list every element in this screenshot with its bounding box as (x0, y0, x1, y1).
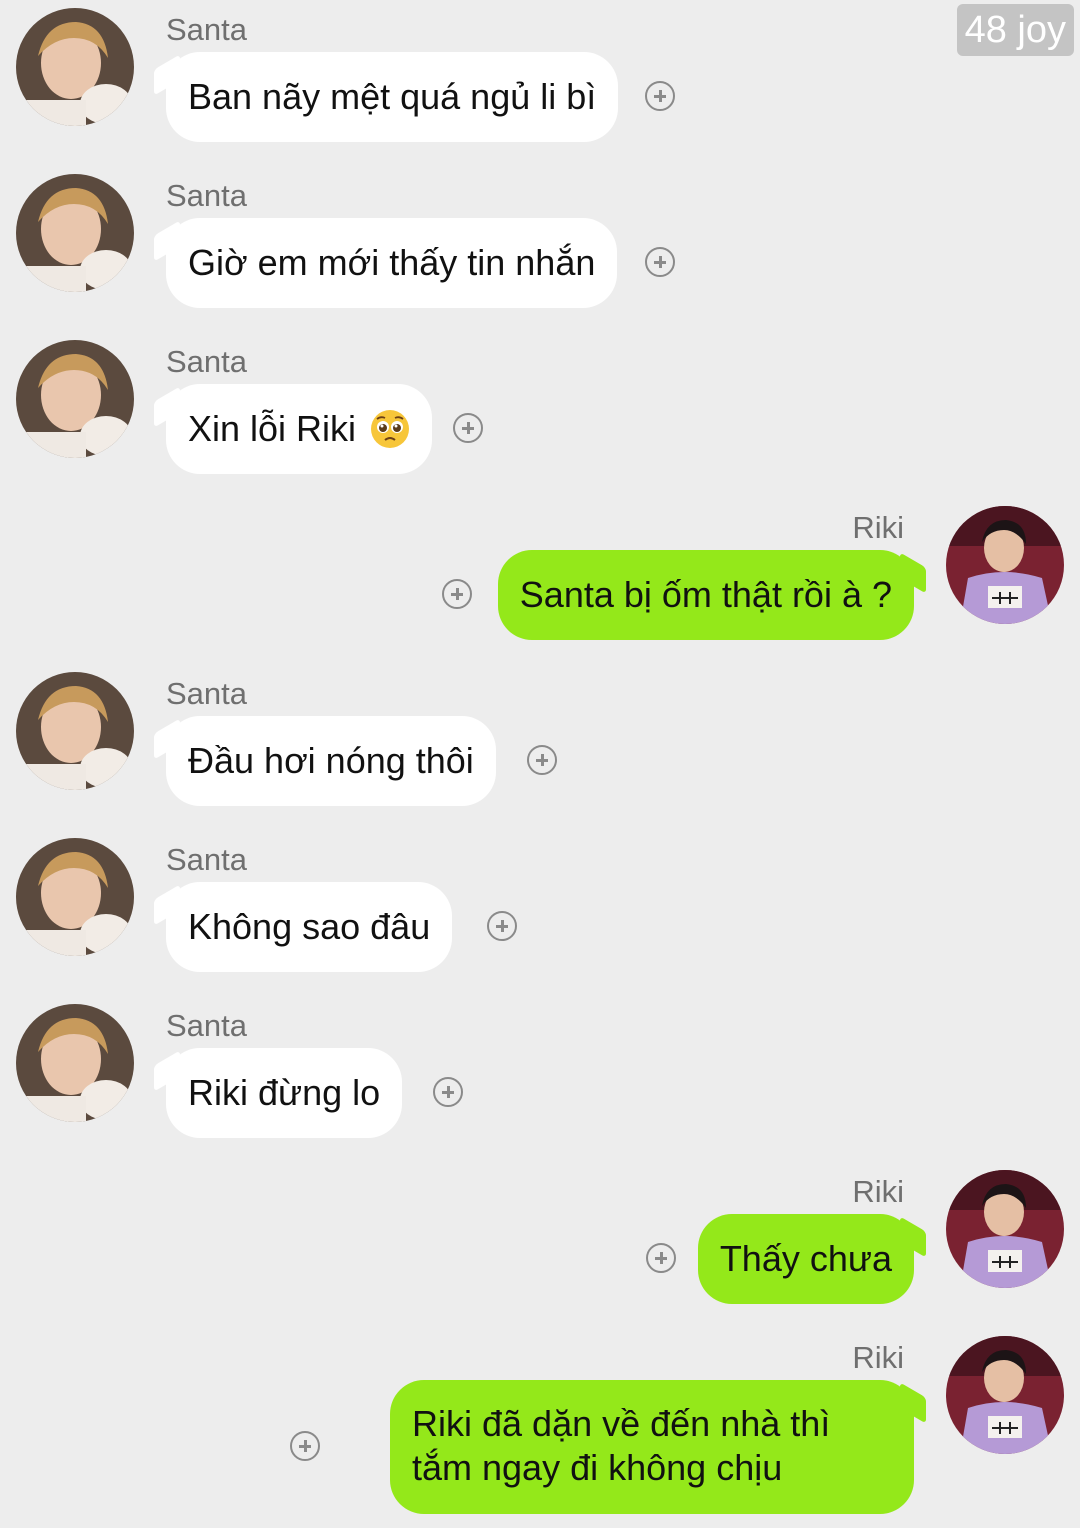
avatar-santa[interactable] (16, 174, 134, 292)
message-bubble[interactable]: Đầu hơi nóng thôi (166, 716, 496, 806)
message-bubble[interactable]: Không sao đâu (166, 882, 453, 972)
message-bubble[interactable]: Thấy chưa (697, 1214, 914, 1304)
avatar-santa[interactable] (16, 672, 134, 790)
avatar-riki[interactable] (946, 506, 1064, 624)
message-bubble[interactable]: Riki đã dặn về đến nhà thì tắm ngay đi k… (390, 1380, 914, 1514)
sender-name: Santa (166, 178, 248, 213)
sender-name: Riki (852, 510, 904, 545)
plus-circle-icon[interactable] (487, 911, 517, 941)
message-bubble[interactable]: Ban nãy mệt quá ngủ li bì (166, 52, 619, 142)
sender-name: Riki (852, 1174, 904, 1209)
avatar-santa[interactable] (16, 1004, 134, 1122)
plus-circle-icon[interactable] (645, 247, 675, 277)
sender-name: Santa (166, 12, 248, 47)
avatar-santa[interactable] (16, 8, 134, 126)
plus-circle-icon[interactable] (527, 745, 557, 775)
plus-circle-icon[interactable] (646, 1243, 676, 1273)
plus-circle-icon[interactable] (645, 81, 675, 111)
message-text: Xin lỗi Riki (188, 408, 357, 449)
avatar-santa[interactable] (16, 838, 134, 956)
watermark: 48 joy (956, 4, 1074, 56)
message-bubble[interactable]: Riki đừng lo (166, 1048, 403, 1138)
plus-circle-icon[interactable] (433, 1077, 463, 1107)
sender-name: Santa (166, 676, 248, 711)
sender-name: Santa (166, 1008, 248, 1043)
avatar-riki[interactable] (946, 1170, 1064, 1288)
avatar-riki[interactable] (946, 1336, 1064, 1454)
plus-circle-icon[interactable] (453, 413, 483, 443)
pleading-face-emoji-icon (371, 410, 410, 448)
avatar-santa[interactable] (16, 340, 134, 458)
message-bubble[interactable]: Santa bị ốm thật rồi à ? (497, 550, 914, 640)
plus-circle-icon[interactable] (442, 579, 472, 609)
message-bubble[interactable]: Xin lỗi Riki (166, 384, 433, 474)
message-bubble[interactable]: Giờ em mới thấy tin nhắn (166, 218, 618, 308)
sender-name: Santa (166, 344, 248, 379)
sender-name: Santa (166, 842, 248, 877)
plus-circle-icon[interactable] (290, 1431, 320, 1461)
sender-name: Riki (852, 1340, 904, 1375)
